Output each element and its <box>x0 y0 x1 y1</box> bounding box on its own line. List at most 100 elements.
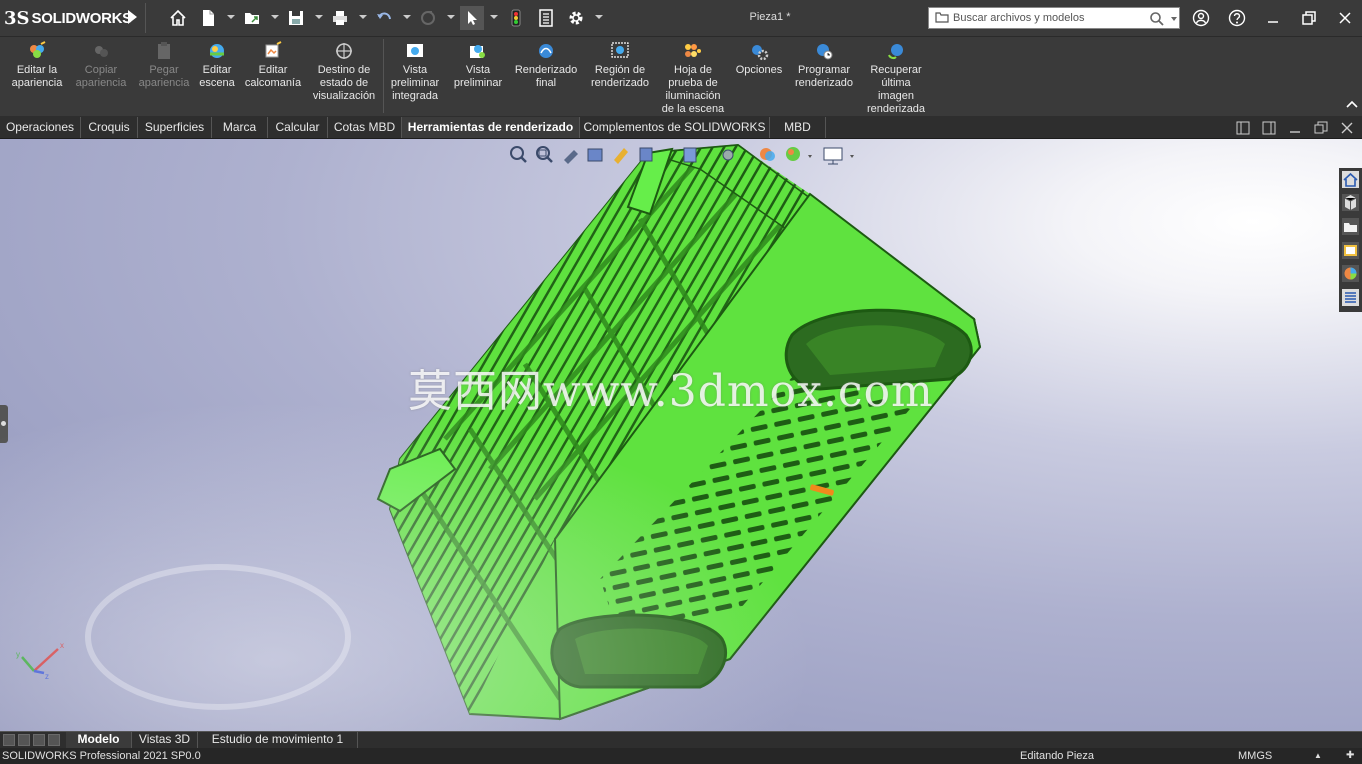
paste-appearance-button[interactable]: Pegar apariencia <box>134 41 194 90</box>
user-account-icon[interactable] <box>1190 8 1212 28</box>
rebuild-icon[interactable] <box>418 8 438 28</box>
folder-search-icon <box>935 12 949 23</box>
tab-mbd[interactable]: MBD <box>770 117 826 138</box>
undo-dropdown-icon[interactable] <box>403 15 411 19</box>
3d-model-basket[interactable] <box>0 139 1362 731</box>
apply-scene-icon <box>786 147 800 161</box>
settings-dropdown-icon[interactable] <box>595 15 603 19</box>
unit-system-selector[interactable]: MMGS <box>1238 750 1272 762</box>
new-document-icon[interactable] <box>198 8 218 28</box>
display-state-target-icon <box>336 43 352 59</box>
open-file-icon[interactable] <box>242 8 262 28</box>
save-dropdown-icon[interactable] <box>315 15 323 19</box>
restore-window-icon[interactable] <box>1298 8 1320 28</box>
print-icon[interactable] <box>330 8 350 28</box>
tile-left-icon[interactable] <box>1236 121 1250 135</box>
tab-calcular[interactable]: Calcular <box>268 117 328 138</box>
copy-appearance-button[interactable]: Copiar apariencia <box>70 41 132 90</box>
task-pane-tabs <box>1339 168 1362 312</box>
units-up-arrow-icon[interactable]: ▲ <box>1314 751 1322 760</box>
menu-expand-arrow-icon[interactable] <box>128 10 137 24</box>
final-render-button[interactable]: Renderizado final <box>512 41 580 90</box>
ribbon-label: Región de renderizado <box>590 64 650 89</box>
tab-modelo[interactable]: Modelo <box>66 732 132 748</box>
tab-superficies[interactable]: Superficies <box>138 117 212 138</box>
tab-marca[interactable]: Marca <box>212 117 268 138</box>
svg-text:x: x <box>60 641 64 650</box>
graphics-viewport[interactable]: 莫西网www.3dmox.com x y z <box>0 139 1362 731</box>
rebuild-dropdown-icon[interactable] <box>447 15 455 19</box>
minimize-window-icon[interactable] <box>1262 8 1284 28</box>
next-tab-arrow-icon[interactable] <box>33 734 45 746</box>
file-explorer-icon[interactable] <box>1342 218 1359 235</box>
search-box[interactable] <box>928 7 1180 29</box>
options-button[interactable]: Opciones <box>732 41 786 77</box>
final-render-icon <box>539 44 553 58</box>
scene-illumination-proof-icon <box>685 44 701 57</box>
ribbon-label: Vista preliminar integrada <box>390 64 440 102</box>
design-library-icon[interactable] <box>1342 194 1359 211</box>
document-bottom-tabs: Modelo Vistas 3D Estudio de movimiento 1 <box>0 731 1362 748</box>
solidworks-logo[interactable]: 3S SOLIDWORKS <box>4 6 132 30</box>
edit-appearance-button[interactable]: Editar la apariencia <box>6 41 68 90</box>
minimize-document-icon[interactable] <box>1288 121 1302 135</box>
preview-window-icon <box>470 45 485 58</box>
product-version-text: SOLIDWORKS Professional 2021 SP0.0 <box>2 750 201 762</box>
edit-scene-button[interactable]: Editar escena <box>196 41 238 90</box>
display-style-icon <box>683 147 697 163</box>
search-dropdown-icon[interactable] <box>1171 17 1177 21</box>
ribbon-label: Pegar apariencia <box>138 64 190 89</box>
edit-mode-text: Editando Pieza <box>1020 750 1094 762</box>
edit-scene-icon <box>210 44 224 58</box>
close-window-icon[interactable] <box>1334 8 1356 28</box>
render-region-button[interactable]: Región de renderizado <box>584 41 656 90</box>
preview-window-button[interactable]: Vista preliminar <box>448 41 508 90</box>
select-cursor-icon[interactable] <box>460 6 484 30</box>
save-icon[interactable] <box>286 8 306 28</box>
home-icon[interactable] <box>168 8 188 28</box>
search-input[interactable] <box>953 10 1143 26</box>
first-tab-arrow-icon[interactable] <box>3 734 15 746</box>
recall-last-render-icon <box>888 44 903 60</box>
tile-right-icon[interactable] <box>1262 121 1276 135</box>
feature-manager-expand-handle[interactable] <box>0 405 8 443</box>
customize-status-icon[interactable]: ✚ <box>1346 750 1354 761</box>
restore-document-icon[interactable] <box>1314 121 1328 135</box>
heads-up-view-toolbar[interactable] <box>508 144 860 166</box>
scene-illumination-proof-button[interactable]: Hoja de prueba de iluminación de la esce… <box>658 41 728 116</box>
tab-complementos-de-solidworks[interactable]: Complementos de SOLIDWORKS <box>580 117 770 138</box>
ribbon-label: Recuperar última imagen renderizada <box>866 64 926 115</box>
select-dropdown-icon[interactable] <box>490 15 498 19</box>
tab-croquis[interactable]: Croquis <box>81 117 138 138</box>
settings-gear-icon[interactable] <box>566 8 586 28</box>
print-dropdown-icon[interactable] <box>359 15 367 19</box>
previous-view-icon <box>564 150 578 164</box>
edit-decal-icon <box>265 41 282 58</box>
search-icon[interactable] <box>1149 11 1165 27</box>
tab-operaciones[interactable]: Operaciones <box>0 117 81 138</box>
appearances-scenes-decals-icon[interactable] <box>1342 265 1359 282</box>
ribbon-label: Hoja de prueba de iluminación de la esce… <box>661 64 725 115</box>
edit-decal-button[interactable]: Editar calcomanía <box>240 41 306 90</box>
tab-estudio-de-movimiento[interactable]: Estudio de movimiento 1 <box>198 732 358 748</box>
file-properties-icon[interactable] <box>536 8 556 28</box>
collapse-ribbon-icon[interactable] <box>1346 99 1358 109</box>
schedule-render-button[interactable]: Programar renderizado <box>790 41 858 90</box>
last-tab-arrow-icon[interactable] <box>48 734 60 746</box>
traffic-light-icon[interactable] <box>506 8 526 28</box>
help-icon[interactable] <box>1226 8 1248 28</box>
recall-last-render-button[interactable]: Recuperar última imagen renderizada <box>862 41 930 116</box>
tab-herramientas-de-renderizado[interactable]: Herramientas de renderizado <box>402 117 580 138</box>
tab-vistas-3d[interactable]: Vistas 3D <box>132 732 198 748</box>
new-dropdown-icon[interactable] <box>227 15 235 19</box>
undo-icon[interactable] <box>374 8 394 28</box>
view-palette-icon[interactable] <box>1342 242 1359 259</box>
open-dropdown-icon[interactable] <box>271 15 279 19</box>
solidworks-resources-home-icon[interactable] <box>1342 171 1359 188</box>
close-document-icon[interactable] <box>1340 121 1354 135</box>
integrated-preview-button[interactable]: Vista preliminar integrada <box>386 41 444 103</box>
custom-properties-icon[interactable] <box>1342 289 1359 306</box>
tab-cotas-mbd[interactable]: Cotas MBD <box>328 117 402 138</box>
display-state-target-button[interactable]: Destino de estado de visualización <box>308 41 380 103</box>
previous-tab-arrow-icon[interactable] <box>18 734 30 746</box>
